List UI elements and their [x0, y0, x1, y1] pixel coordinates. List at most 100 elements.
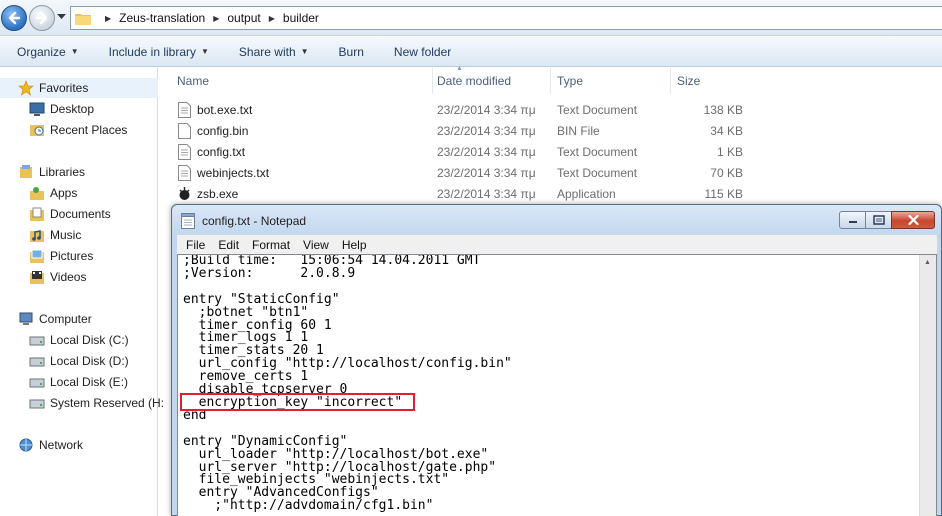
- file-name: config.bin: [197, 123, 249, 138]
- nav-libraries[interactable]: Libraries: [18, 162, 85, 182]
- scroll-up-icon[interactable]: ▲: [924, 259, 931, 266]
- nav-apps[interactable]: Apps: [29, 183, 77, 203]
- drive-icon: [29, 357, 45, 367]
- nav-local-disk-e[interactable]: Local Disk (E:): [29, 372, 128, 392]
- highlight-annotation: [180, 393, 415, 411]
- notepad-title: config.txt - Notepad: [202, 214, 307, 228]
- caret-down-icon: ▼: [70, 47, 79, 56]
- file-date: 23/2/2014 3:34 πμ: [437, 102, 536, 117]
- nav-apps-label: Apps: [50, 186, 78, 200]
- nav-local-disk-d[interactable]: Local Disk (D:): [29, 351, 129, 371]
- text-file-icon: [178, 102, 191, 118]
- nav-system-reserved[interactable]: System Reserved (H:: [29, 393, 164, 413]
- address-bar: ▶ Zeus-translation ▶ output ▶ builder: [0, 0, 942, 36]
- file-row[interactable]: config.txt 23/2/2014 3:34 πμ Text Docume…: [159, 141, 942, 162]
- nav-computer-label: Computer: [39, 312, 92, 326]
- nav-system-reserved-label: System Reserved (H:: [50, 396, 165, 410]
- maximize-button[interactable]: [865, 211, 892, 229]
- new-folder-button[interactable]: New folder: [394, 45, 451, 59]
- breadcrumb-item[interactable]: output: [227, 11, 260, 25]
- column-type-label: Type: [557, 74, 584, 88]
- file-row[interactable]: zsb.exe 23/2/2014 3:34 πμ Application 11…: [159, 183, 942, 204]
- nav-computer[interactable]: Computer: [18, 309, 92, 329]
- organize-button[interactable]: Organize ▼: [17, 45, 79, 59]
- back-button[interactable]: [1, 5, 27, 31]
- nav-videos[interactable]: Videos: [29, 267, 86, 287]
- column-header-type[interactable]: Type: [551, 68, 671, 94]
- menu-edit[interactable]: Edit: [218, 238, 239, 252]
- music-icon: [30, 230, 44, 242]
- nav-network[interactable]: Network: [18, 435, 83, 455]
- file-name: zsb.exe: [197, 186, 239, 201]
- notepad-window: config.txt - Notepad File Edit Format Vi…: [171, 204, 942, 516]
- nav-desktop[interactable]: Desktop: [29, 99, 94, 119]
- nav-favorites[interactable]: Favorites: [0, 78, 158, 98]
- notepad-icon: [181, 213, 195, 229]
- desktop-icon: [29, 102, 45, 116]
- breadcrumb-item[interactable]: Zeus-translation: [119, 11, 205, 25]
- menu-format[interactable]: Format: [252, 238, 290, 252]
- forward-arrow-icon: [35, 11, 48, 25]
- nav-music[interactable]: Music: [29, 225, 81, 245]
- nav-local-disk-e-label: Local Disk (E:): [50, 375, 129, 389]
- documents-icon: [30, 207, 44, 221]
- file-date: 23/2/2014 3:34 πμ: [437, 144, 536, 159]
- chevron-right-icon[interactable]: ▶: [269, 14, 275, 23]
- vertical-scrollbar[interactable]: ▲: [919, 255, 936, 516]
- file-name: bot.exe.txt: [197, 102, 253, 117]
- notepad-text-area[interactable]: ;Build time: 15:06:54 14.04.2011 GMT ;Ver…: [177, 254, 937, 516]
- nav-documents[interactable]: Documents: [29, 204, 111, 224]
- file-size: 1 KB: [716, 144, 743, 159]
- nav-recent-places-label: Recent Places: [50, 123, 128, 137]
- menu-file[interactable]: File: [186, 238, 205, 252]
- caret-down-icon: ▼: [300, 47, 309, 56]
- notepad-menubar: File Edit Format View Help: [177, 235, 937, 254]
- breadcrumb-item[interactable]: builder: [283, 11, 319, 25]
- file-row[interactable]: config.bin 23/2/2014 3:34 πμ BIN File 34…: [159, 120, 942, 141]
- include-in-library-label: Include in library: [108, 44, 196, 59]
- file-icon: [178, 123, 191, 139]
- file-row[interactable]: bot.exe.txt 23/2/2014 3:34 πμ Text Docum…: [159, 99, 942, 120]
- minimize-button[interactable]: [839, 211, 866, 229]
- notepad-titlebar[interactable]: config.txt - Notepad: [172, 205, 941, 235]
- file-date: 23/2/2014 3:34 πμ: [437, 165, 536, 180]
- text-file-icon: [178, 144, 191, 160]
- address-field[interactable]: ▶ Zeus-translation ▶ output ▶ builder: [70, 6, 942, 30]
- share-with-button[interactable]: Share with ▼: [239, 45, 309, 59]
- app-icon: [179, 187, 190, 200]
- text-line: ;"http://advdomain/cfg1.bin": [183, 498, 434, 514]
- nav-pictures-label: Pictures: [50, 249, 94, 263]
- command-bar: Organize ▼ Include in library ▼ Share with…: [0, 37, 942, 67]
- libraries-icon: [20, 165, 32, 178]
- burn-button[interactable]: Burn: [339, 45, 364, 59]
- column-date-label: Date modified: [437, 74, 512, 88]
- column-header-size[interactable]: Size: [671, 68, 761, 94]
- include-in-library-button[interactable]: Include in library ▼: [109, 45, 209, 59]
- nav-local-disk-c[interactable]: Local Disk (C:): [29, 330, 129, 350]
- nav-videos-label: Videos: [50, 270, 87, 284]
- column-name-label: Name: [177, 74, 210, 88]
- file-row[interactable]: webinjects.txt 23/2/2014 3:34 πμ Text Do…: [159, 162, 942, 183]
- menu-help[interactable]: Help: [342, 238, 367, 252]
- notepad-content: ;Build time: 15:06:54 14.04.2011 GMT ;Ver…: [183, 255, 512, 513]
- nav-network-label: Network: [39, 438, 84, 452]
- nav-desktop-label: Desktop: [50, 102, 95, 116]
- column-header-name[interactable]: Name: [171, 68, 433, 94]
- nav-local-disk-d-label: Local Disk (D:): [50, 354, 129, 368]
- forward-button[interactable]: [29, 5, 55, 31]
- close-button[interactable]: [891, 211, 935, 229]
- file-size: 115 KB: [704, 186, 743, 201]
- burn-label: Burn: [338, 44, 364, 59]
- restore-icon: [872, 215, 885, 225]
- column-header-date[interactable]: Date modified: [431, 68, 551, 94]
- nav-pictures[interactable]: Pictures: [29, 246, 93, 266]
- chevron-right-icon[interactable]: ▶: [213, 14, 219, 23]
- recent-pages-dropdown-icon[interactable]: [57, 14, 66, 20]
- file-type: Text Document: [557, 144, 638, 159]
- nav-recent-places[interactable]: Recent Places: [29, 120, 127, 140]
- menu-view[interactable]: View: [303, 238, 329, 252]
- file-size: 70 KB: [710, 165, 743, 180]
- chevron-right-icon: ▶: [105, 13, 112, 23]
- videos-icon: [30, 271, 44, 284]
- share-with-label: Share with: [238, 44, 296, 59]
